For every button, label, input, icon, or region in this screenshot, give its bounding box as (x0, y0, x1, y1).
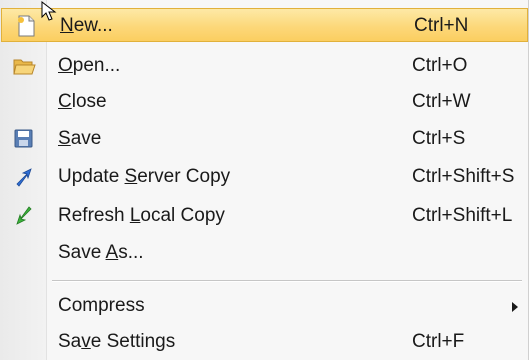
menu-item-label: Close (58, 91, 107, 112)
menu-item-shortcut: Ctrl+F (412, 331, 465, 352)
menu-item-label: Update Server Copy (58, 166, 231, 187)
menu-item-shortcut: Ctrl+N (414, 15, 469, 36)
file-menu: New... Ctrl+N Open... Ctrl+O Close Ctrl+… (0, 0, 529, 360)
menu-item-shortcut: Ctrl+O (412, 55, 468, 76)
upload-arrow-icon (12, 165, 36, 189)
menu-item-close[interactable]: Close Ctrl+W (0, 85, 529, 119)
mouse-cursor-icon (40, 0, 62, 22)
menu-item-save[interactable]: Save Ctrl+S (0, 122, 529, 156)
menu-item-open[interactable]: Open... Ctrl+O (0, 49, 529, 83)
menu-item-save-as[interactable]: Save As... (0, 236, 529, 270)
menu-item-shortcut: Ctrl+W (412, 91, 471, 112)
new-document-icon (14, 14, 38, 38)
menu-item-compress[interactable]: Compress (0, 289, 529, 323)
menu-item-label: Compress (58, 295, 145, 316)
open-folder-icon (12, 54, 36, 78)
save-disk-icon (12, 127, 36, 151)
menu-item-save-settings[interactable]: Save Settings Ctrl+F (0, 325, 529, 359)
menu-item-label: Save (58, 128, 102, 149)
menu-separator (52, 280, 522, 282)
menu-item-update-server-copy[interactable]: Update Server Copy Ctrl+Shift+S (0, 160, 529, 194)
menu-item-label: New... (60, 15, 113, 36)
menu-item-label: Save As... (58, 242, 144, 263)
menu-item-new[interactable]: New... Ctrl+N (1, 8, 528, 42)
menu-item-label: Open... (58, 55, 121, 76)
download-arrow-icon (12, 204, 36, 228)
submenu-arrow-icon (512, 302, 518, 312)
menu-item-shortcut: Ctrl+S (412, 128, 466, 149)
menu-item-shortcut: Ctrl+Shift+L (412, 205, 513, 226)
menu-item-refresh-local-copy[interactable]: Refresh Local Copy Ctrl+Shift+L (0, 199, 529, 233)
menu-item-label: Refresh Local Copy (58, 205, 225, 226)
menu-item-shortcut: Ctrl+Shift+S (412, 166, 515, 187)
menu-item-label: Save Settings (58, 331, 176, 352)
